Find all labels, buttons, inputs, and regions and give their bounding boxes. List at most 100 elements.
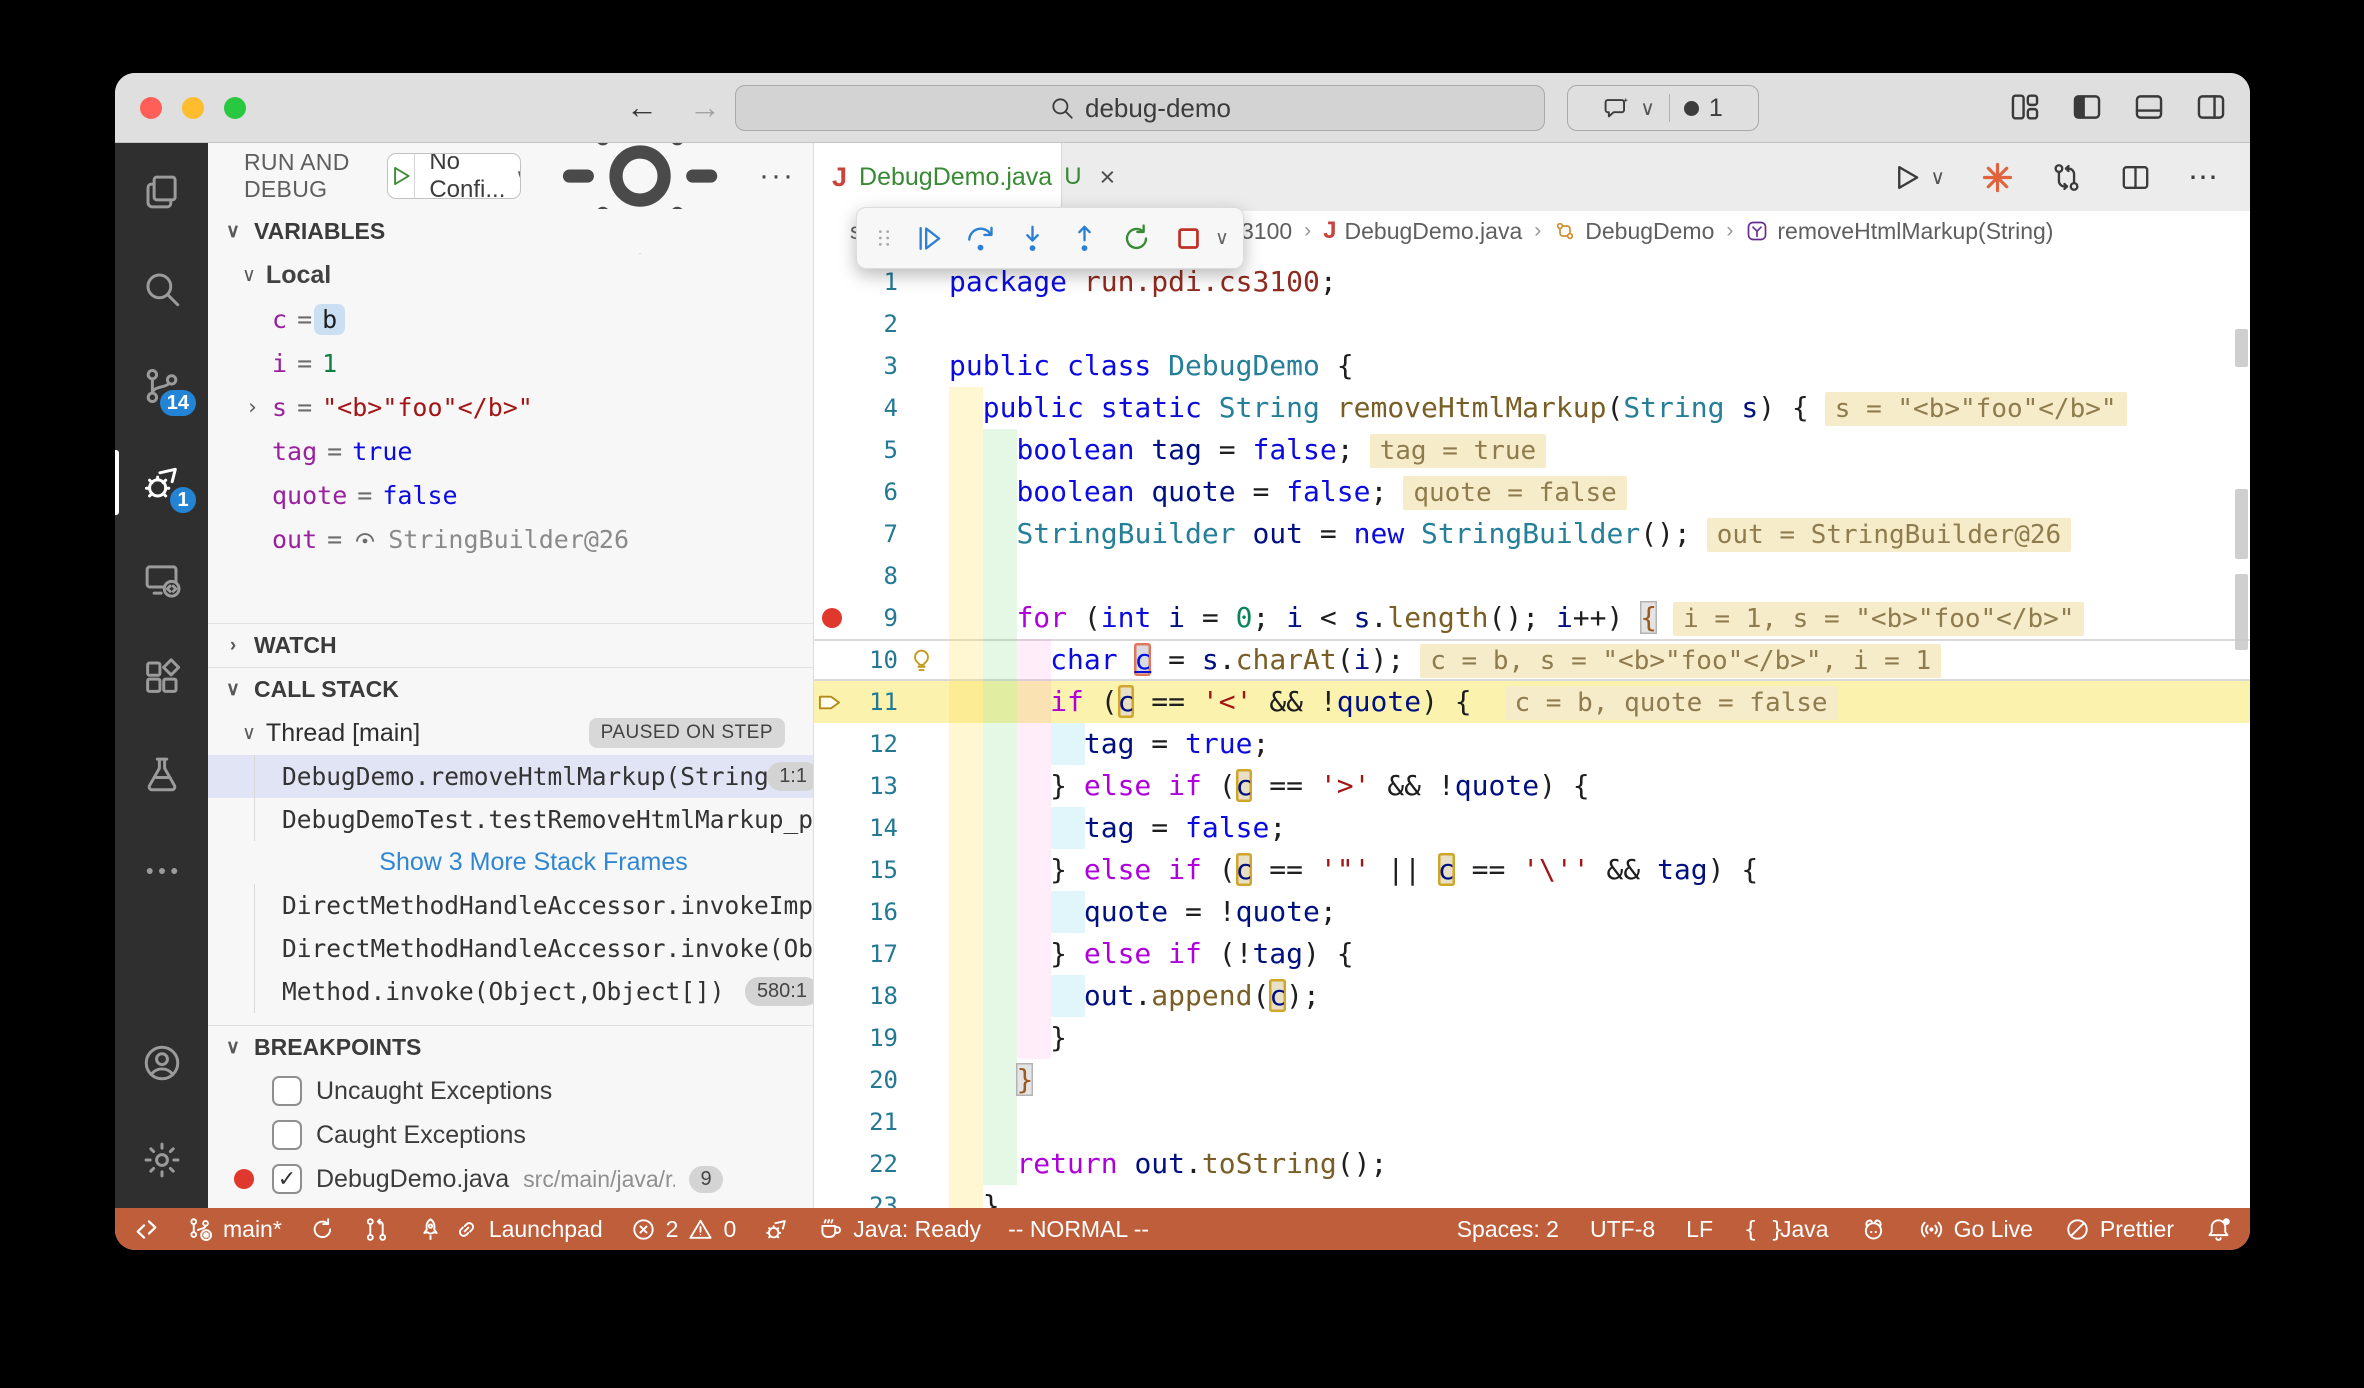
stack-frame-1[interactable]: DebugDemoTest.testRemoveHtmlMarkup_prese xyxy=(208,798,813,841)
run-java-button[interactable]: ∨ xyxy=(1891,161,1945,194)
code-line-21[interactable]: 21 xyxy=(814,1101,2250,1143)
chevron-down-icon[interactable]: ∨ xyxy=(515,164,521,189)
variable-i[interactable]: i=1 xyxy=(208,341,813,385)
code-line-6[interactable]: 6 boolean quote = false;quote = false xyxy=(814,471,2250,513)
stack-frame-3[interactable]: DirectMethodHandleAccessor.invokeImpl(Ob xyxy=(208,884,813,927)
toggle-secondary-sidebar-icon[interactable] xyxy=(2194,90,2228,124)
breakpoint-item-0[interactable]: Uncaught Exceptions xyxy=(208,1069,813,1113)
stack-frame-0[interactable]: DebugDemo.removeHtmlMarkup(String)1:1 xyxy=(208,755,813,798)
breakpoint-checkbox[interactable] xyxy=(272,1120,302,1150)
code-line-12[interactable]: 12 tag = true; xyxy=(814,723,2250,765)
code-line-16[interactable]: 16 quote = !quote; xyxy=(814,891,2250,933)
code-line-9[interactable]: 9 for (int i = 0; i < s.length(); i++) {… xyxy=(814,597,2250,639)
compare-changes-icon[interactable] xyxy=(2050,161,2083,194)
activity-run-and-debug[interactable]: 1 xyxy=(115,434,208,531)
status-eol[interactable]: LF xyxy=(1686,1216,1713,1243)
code-line-17[interactable]: 17 } else if (!tag) { xyxy=(814,933,2250,975)
close-tab-icon[interactable]: × xyxy=(1100,162,1116,193)
launch-config-control[interactable]: No Confi... ∨ xyxy=(387,153,521,199)
toggle-panel-icon[interactable] xyxy=(2132,90,2166,124)
restart-button[interactable] xyxy=(1113,215,1159,261)
code-line-23[interactable]: 23 } xyxy=(814,1185,2250,1208)
copilot-chat-control[interactable]: ∨ 1 xyxy=(1567,85,1759,131)
chevron-right-icon[interactable]: › xyxy=(246,395,259,419)
status-encoding[interactable]: UTF-8 xyxy=(1590,1216,1655,1243)
show-more-stack-frames-link[interactable]: Show 3 More Stack Frames xyxy=(208,841,813,884)
status-notifications-bell[interactable] xyxy=(2205,1216,2232,1243)
status-problems[interactable]: 20 xyxy=(630,1216,737,1243)
toggle-primary-sidebar-icon[interactable] xyxy=(2070,90,2104,124)
code-line-14[interactable]: 14 tag = false; xyxy=(814,807,2250,849)
minimize-window-button[interactable] xyxy=(182,97,204,119)
activity-more-views[interactable] xyxy=(115,822,208,919)
status-debug-status[interactable] xyxy=(763,1216,790,1243)
status-java-status[interactable]: Java: Ready xyxy=(817,1216,981,1243)
breadcrumb-item[interactable]: DebugDemo xyxy=(1553,218,1714,245)
status-language-mode[interactable]: { }Java xyxy=(1744,1216,1829,1243)
status-go-live[interactable]: Go Live xyxy=(1918,1216,2033,1243)
stack-frame-4[interactable]: DirectMethodHandleAccessor.invoke(Object xyxy=(208,927,813,970)
split-editor-icon[interactable] xyxy=(2119,161,2152,194)
activity-search[interactable] xyxy=(115,240,208,337)
code-line-11[interactable]: 11 if (c == '<' && !quote) { c = b, quot… xyxy=(814,681,2250,723)
breakpoint-item-1[interactable]: Caught Exceptions xyxy=(208,1113,813,1157)
command-center-search[interactable]: debug-demo xyxy=(735,85,1545,131)
editor-more-actions[interactable]: ⋯ xyxy=(2188,160,2220,195)
activity-extensions[interactable] xyxy=(115,628,208,725)
lazy-eval-icon[interactable] xyxy=(352,526,388,552)
start-debug-button[interactable] xyxy=(388,154,415,198)
variable-s[interactable]: ›s="<b>"foo"</b>" xyxy=(208,385,813,429)
status-remote-window[interactable] xyxy=(133,1216,160,1243)
section-variables-header[interactable]: ∨VARIABLES xyxy=(208,209,813,253)
code-line-18[interactable]: 18 out.append(c); xyxy=(814,975,2250,1017)
activity-explorer[interactable] xyxy=(115,143,208,240)
variable-tag[interactable]: tag=true xyxy=(208,429,813,473)
status-sync-changes[interactable] xyxy=(309,1216,336,1243)
code-line-15[interactable]: 15 } else if (c == '"' || c == '\'' && t… xyxy=(814,849,2250,891)
section-breakpoints-header[interactable]: ∨BREAKPOINTS xyxy=(208,1025,813,1069)
link-label[interactable]: Show 3 More Stack Frames xyxy=(379,848,687,877)
code-editor[interactable]: 1package run.pdi.cs3100;23public class D… xyxy=(814,251,2250,1208)
stop-button[interactable] xyxy=(1165,215,1211,261)
forward-button[interactable]: → xyxy=(683,87,727,127)
call-stack-thread[interactable]: ∨Thread [main]PAUSED ON STEP xyxy=(208,711,813,755)
zoom-window-button[interactable] xyxy=(224,97,246,119)
toolbar-drag-handle[interactable] xyxy=(869,223,899,253)
variable-quote[interactable]: quote=false xyxy=(208,473,813,517)
activity-accounts[interactable] xyxy=(115,1014,208,1111)
status-launchpad[interactable]: Launchpad xyxy=(417,1216,603,1243)
activity-remote-explorer[interactable] xyxy=(115,531,208,628)
close-window-button[interactable] xyxy=(140,97,162,119)
activity-source-control[interactable]: 14 xyxy=(115,337,208,434)
section-watch-header[interactable]: ›WATCH xyxy=(208,623,813,667)
views-more-actions[interactable]: ··· xyxy=(759,166,795,186)
code-line-3[interactable]: 3public class DebugDemo { xyxy=(814,345,2250,387)
tab-debugdemo-java[interactable]: J DebugDemo.java U × xyxy=(814,143,1062,211)
status-prettier[interactable]: Prettier xyxy=(2064,1216,2174,1243)
step-over-button[interactable] xyxy=(957,215,1003,261)
status-git-branch[interactable]: main* xyxy=(187,1216,282,1243)
activity-testing[interactable] xyxy=(115,725,208,822)
variable-c[interactable]: c=b xyxy=(208,297,813,341)
activity-settings[interactable] xyxy=(115,1111,208,1208)
status-vim-mode[interactable]: -- NORMAL -- xyxy=(1008,1216,1149,1243)
code-line-7[interactable]: 7 StringBuilder out = new StringBuilder(… xyxy=(814,513,2250,555)
breakpoint-item-2[interactable]: ✓DebugDemo.javasrc/main/java/r...9 xyxy=(208,1157,813,1201)
code-line-5[interactable]: 5 boolean tag = false;tag = true xyxy=(814,429,2250,471)
status-git-pull-request[interactable] xyxy=(363,1216,390,1243)
code-line-20[interactable]: 20 } xyxy=(814,1059,2250,1101)
status-indentation[interactable]: Spaces: 2 xyxy=(1457,1216,1559,1243)
breakpoint-checkbox[interactable]: ✓ xyxy=(272,1164,302,1194)
code-line-4[interactable]: 4 public static String removeHtmlMarkup(… xyxy=(814,387,2250,429)
code-line-13[interactable]: 13 } else if (c == '>' && !quote) { xyxy=(814,765,2250,807)
step-into-button[interactable] xyxy=(1009,215,1055,261)
stack-frame-5[interactable]: Method.invoke(Object,Object[])580:1 xyxy=(208,970,813,1013)
code-line-8[interactable]: 8 xyxy=(814,555,2250,597)
code-line-10[interactable]: 10 char c = s.charAt(i);c = b, s = "<b>"… xyxy=(814,639,2250,681)
breadcrumb-item[interactable]: JDebugDemo.java xyxy=(1323,217,1522,245)
continue-button[interactable] xyxy=(905,215,951,261)
step-out-button[interactable] xyxy=(1061,215,1107,261)
variable-out[interactable]: out=StringBuilder@26 xyxy=(208,517,813,561)
scrollbar-thumb[interactable] xyxy=(2235,489,2248,559)
toolbar-more-chevron[interactable]: ∨ xyxy=(1215,227,1229,250)
